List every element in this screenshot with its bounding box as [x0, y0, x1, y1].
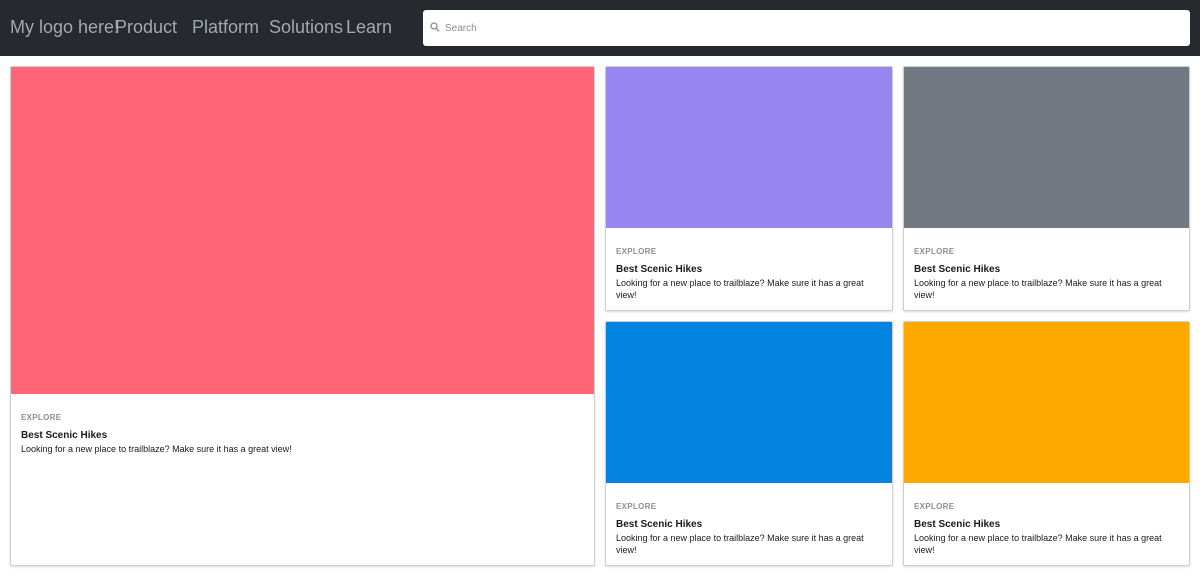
card-description: Looking for a new place to trailblaze? M…: [914, 533, 1162, 555]
search-icon: [430, 22, 440, 32]
card-eyebrow: EXPLORE: [914, 502, 955, 511]
card-image: [606, 67, 892, 228]
card-description: Looking for a new place to trailblaze? M…: [616, 278, 864, 300]
logo[interactable]: My logo here!: [10, 16, 119, 38]
card-image: [904, 67, 1189, 228]
top-navbar: My logo here! Product Platform Solutions…: [0, 0, 1200, 56]
card-title[interactable]: Best Scenic Hikes: [616, 264, 702, 275]
card-bottom-right[interactable]: EXPLORE Best Scenic Hikes Looking for a …: [903, 321, 1190, 566]
card-top-middle[interactable]: EXPLORE Best Scenic Hikes Looking for a …: [605, 66, 893, 311]
card-bottom-middle[interactable]: EXPLORE Best Scenic Hikes Looking for a …: [605, 321, 893, 566]
card-large[interactable]: EXPLORE Best Scenic Hikes Looking for a …: [10, 66, 595, 566]
card-title[interactable]: Best Scenic Hikes: [914, 519, 1000, 530]
nav-item-solutions[interactable]: Solutions: [269, 16, 343, 38]
card-image: [904, 322, 1189, 483]
card-title[interactable]: Best Scenic Hikes: [21, 430, 107, 441]
card-eyebrow: EXPLORE: [616, 247, 657, 256]
card-description: Looking for a new place to trailblaze? M…: [21, 444, 292, 454]
nav-item-platform[interactable]: Platform: [192, 16, 259, 38]
card-eyebrow: EXPLORE: [21, 413, 62, 422]
nav-item-product[interactable]: Product: [115, 16, 177, 38]
card-description: Looking for a new place to trailblaze? M…: [616, 533, 864, 555]
card-description: Looking for a new place to trailblaze? M…: [914, 278, 1162, 300]
card-eyebrow: EXPLORE: [616, 502, 657, 511]
nav-item-learn[interactable]: Learn: [346, 16, 392, 38]
card-top-right[interactable]: EXPLORE Best Scenic Hikes Looking for a …: [903, 66, 1190, 311]
card-eyebrow: EXPLORE: [914, 247, 955, 256]
card-title[interactable]: Best Scenic Hikes: [616, 519, 702, 530]
card-title[interactable]: Best Scenic Hikes: [914, 264, 1000, 275]
search-input[interactable]: [445, 18, 1175, 38]
card-image: [606, 322, 892, 483]
search-box[interactable]: [423, 10, 1190, 46]
card-image: [11, 67, 594, 394]
